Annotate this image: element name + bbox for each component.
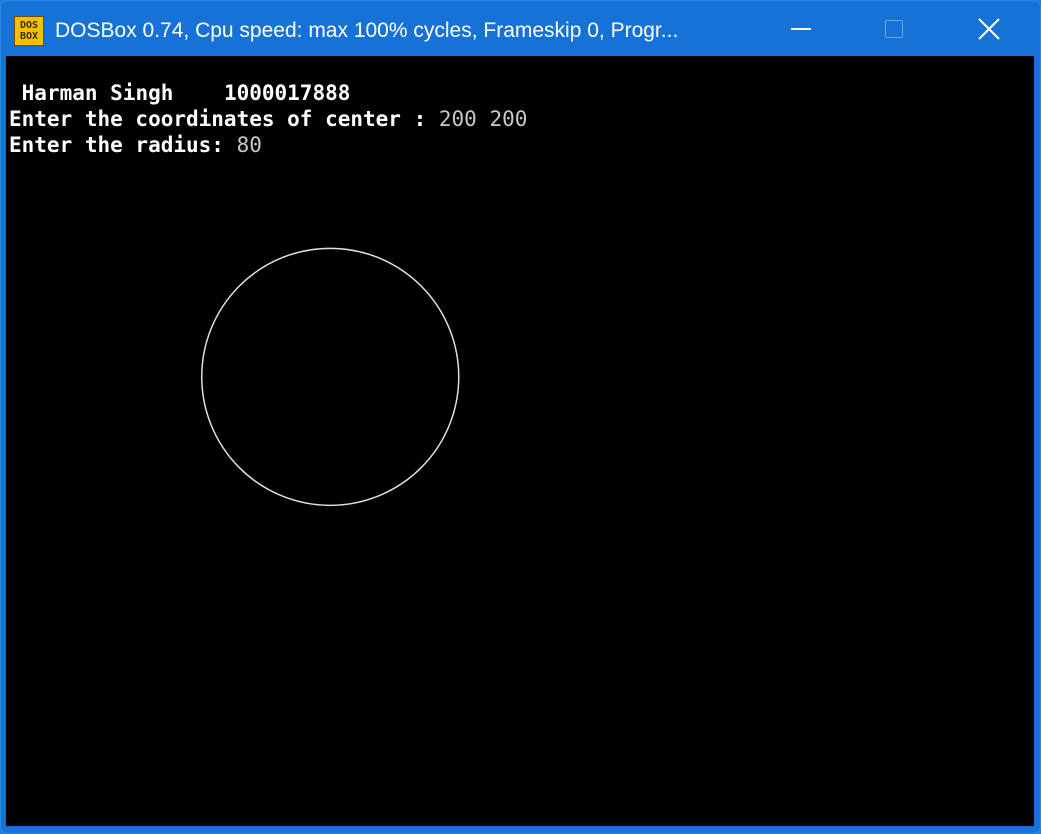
center-input: 200 200 [438, 107, 528, 131]
dos-screen[interactable]: Harman Singh 1000017888 Enter the coordi… [6, 56, 1034, 826]
maximize-icon [884, 19, 903, 38]
dosbox-icon[interactable]: DOS BOX [14, 16, 44, 46]
radius-prompt: Enter the radius: [9, 133, 237, 157]
console-radius-line: Enter the radius: 80 [9, 132, 262, 158]
console-header-line: Harman Singh 1000017888 [9, 80, 351, 106]
minimize-icon [790, 27, 811, 30]
drawn-circle [201, 247, 460, 507]
close-button[interactable] [941, 1, 1036, 56]
icon-label-bottom: BOX [19, 31, 39, 42]
center-prompt: Enter the coordinates of center : [9, 107, 439, 131]
console-center-line: Enter the coordinates of center : 200 20… [9, 106, 527, 132]
radius-input: 80 [236, 133, 262, 157]
close-icon [977, 17, 1000, 40]
title-bar[interactable]: DOS BOX DOSBox 0.74, Cpu speed: max 100%… [1, 1, 1040, 56]
maximize-button[interactable] [846, 1, 941, 56]
dosbox-window: DOS BOX DOSBox 0.74, Cpu speed: max 100%… [0, 0, 1041, 834]
minimize-button[interactable] [753, 1, 848, 56]
window-title: DOSBox 0.74, Cpu speed: max 100% cycles,… [55, 19, 679, 42]
student-name: Harman Singh [21, 81, 174, 105]
icon-label-top: DOS [19, 20, 39, 31]
student-id: 1000017888 [223, 81, 351, 105]
graphics-canvas [201, 247, 460, 507]
